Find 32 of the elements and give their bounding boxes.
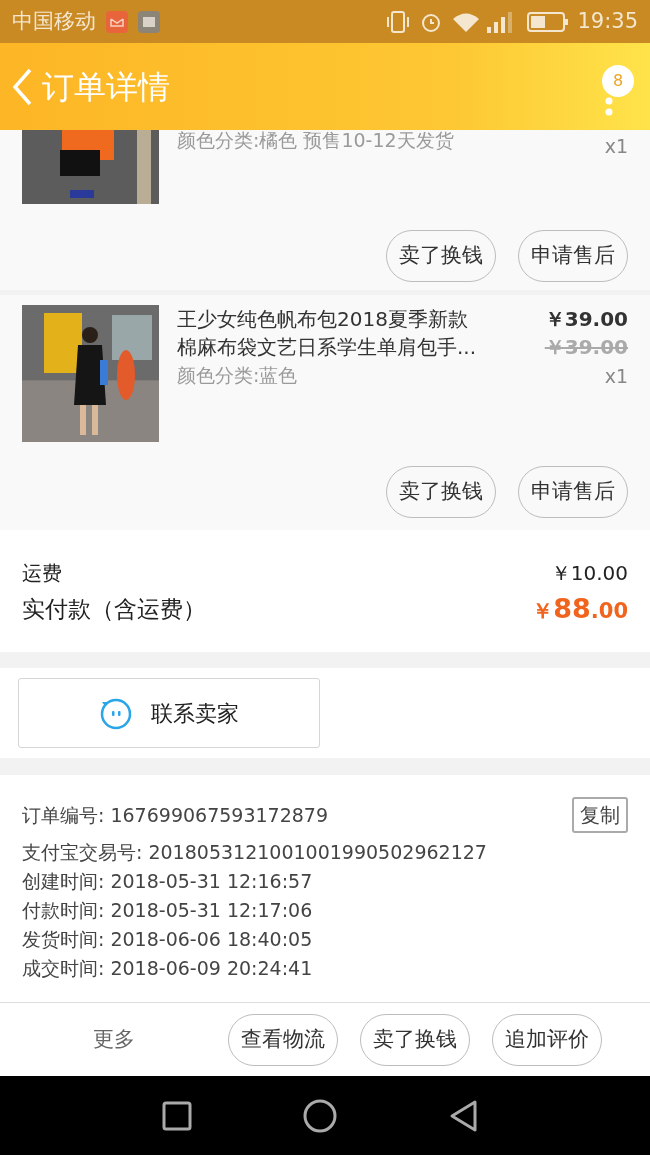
chat-face-icon [99,696,133,730]
order-info-line: 订单编号: 167699067593172879 [22,803,329,828]
order-info-line: 发货时间: 2018-06-06 18:40:05 [22,927,313,952]
total-amount: ￥88.00 [532,591,628,626]
shipping-fee: ￥10.00 [550,560,628,587]
recent-apps-icon[interactable] [162,1100,192,1131]
mail-icon [106,10,128,33]
more-link[interactable]: 更多 [22,1023,206,1056]
order-info-line: 支付宝交易号: 2018053121001001990502962127 [22,840,487,865]
order-info-line: 付款时间: 2018-05-31 12:17:06 [22,898,313,923]
product-quantity: x1 [604,134,628,159]
copy-button[interactable]: 复制 [572,797,628,833]
battery-icon [527,10,570,33]
back-icon[interactable] [448,1098,478,1133]
image-icon [138,10,160,33]
product-spec: 颜色分类:蓝色 [177,363,299,388]
total-label: 实付款（含运费） [22,594,206,624]
clock-time: 19:35 [577,7,638,35]
original-price: ￥39.00 [544,334,628,361]
product-quantity: x1 [604,364,628,389]
order-info-line: 创建时间: 2018-05-31 12:16:57 [22,869,313,894]
shipping-label: 运费 [22,560,62,587]
home-icon[interactable] [302,1097,338,1134]
page-title: 订单详情 [42,66,170,108]
product-title: 王少女纯色帆布包2018夏季新款棉麻布袋文艺日系学生单肩包手... [177,306,477,361]
order-info-line: 成交时间: 2018-06-09 20:24:41 [22,956,313,981]
notification-badge: 8 [602,64,634,97]
product-price: ￥39.00 [544,306,628,333]
carrier-name: 中国移动 [12,7,96,35]
vibrate-icon [385,9,412,34]
contact-seller-button[interactable]: 联系卖家 [18,678,320,748]
product-spec: 颜色分类:橘色 预售10-12天发货 [177,128,454,153]
